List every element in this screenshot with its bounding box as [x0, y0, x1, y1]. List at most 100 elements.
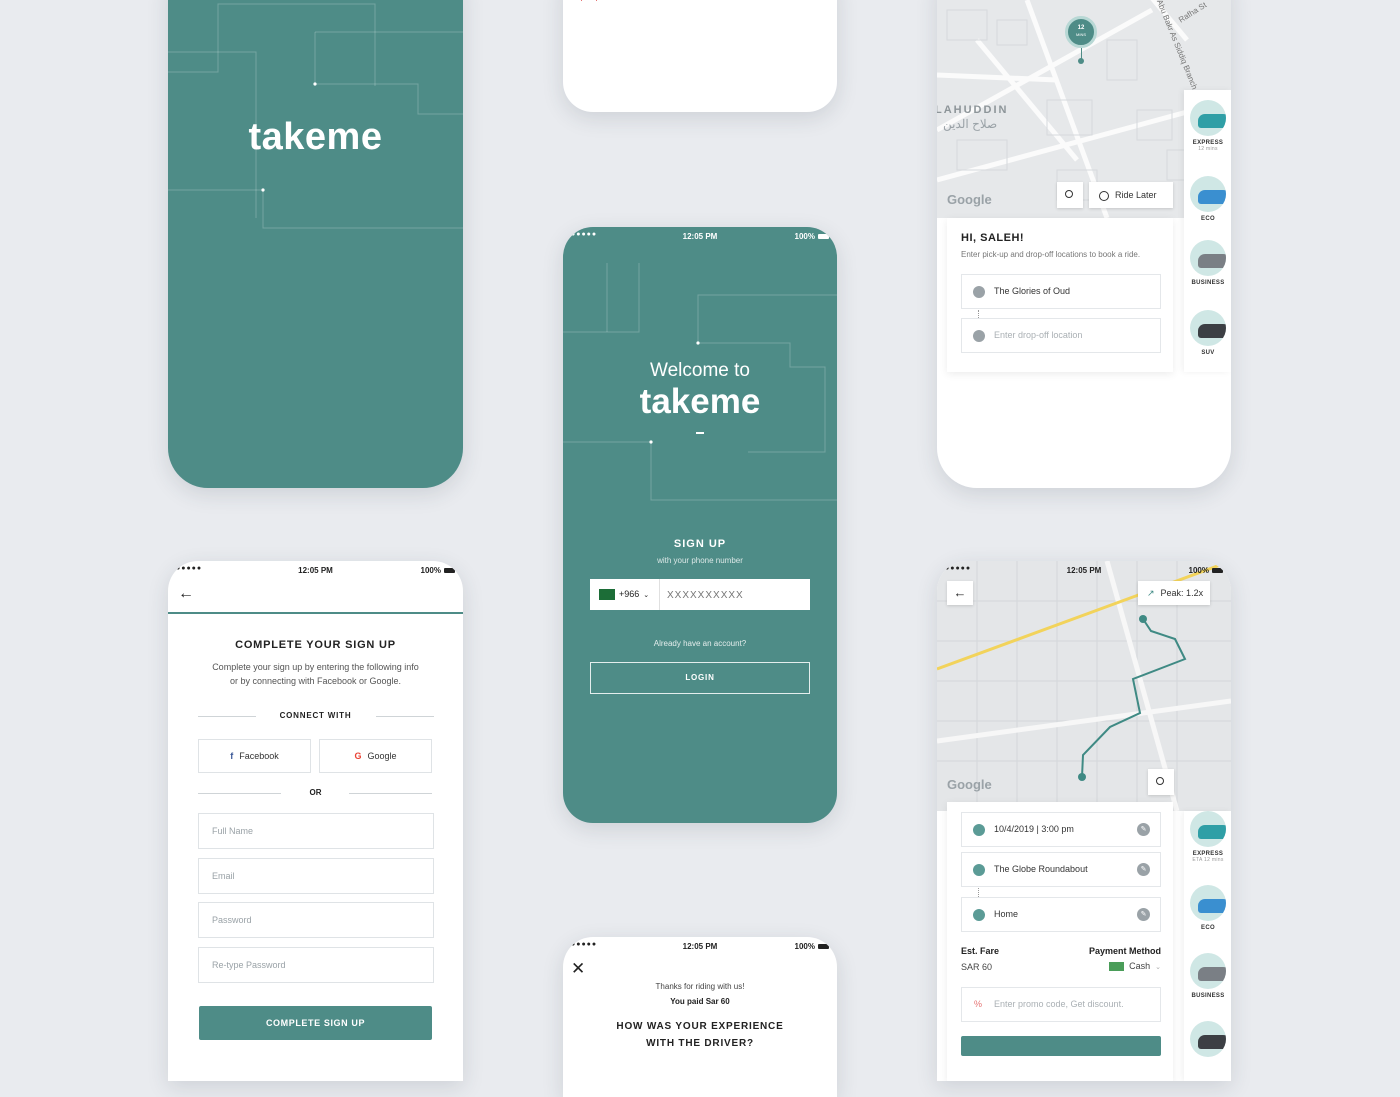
thanks-text: Thanks for riding with us! — [655, 982, 745, 991]
rating-question-2: WITH THE DRIVER? — [646, 1038, 754, 1049]
vehicle-option-more[interactable] — [1186, 1021, 1230, 1061]
brand-underline — [696, 432, 704, 434]
crosshair-icon — [1156, 777, 1164, 785]
email-field[interactable]: Email — [198, 858, 434, 894]
google-button[interactable]: G Google — [319, 739, 432, 773]
confirm-button[interactable] — [961, 1036, 1161, 1056]
signup-page-title: COMPLETE YOUR SIGN UP — [235, 639, 396, 651]
vehicle-option-eco[interactable]: ECO — [1186, 885, 1230, 931]
header-divider — [168, 612, 463, 614]
payment-selector[interactable]: Cash ⌄ — [1109, 961, 1161, 972]
calendar-icon — [973, 824, 985, 836]
vehicle-thumb — [1190, 310, 1226, 346]
car-express-icon — [1198, 114, 1226, 128]
greeting: HI, SALEH! — [961, 232, 1025, 244]
pickup-value: The Globe Roundabout — [994, 864, 1088, 874]
pickup-field[interactable]: The Globe Roundabout ✎ — [961, 852, 1161, 887]
battery-icon — [818, 944, 829, 950]
ride-later-button[interactable]: Ride Later — [1089, 182, 1173, 208]
back-button[interactable]: ← — [947, 581, 973, 605]
country-code: +966 — [619, 589, 640, 599]
back-arrow-icon: ← — [953, 585, 967, 600]
vehicle-thumb — [1190, 885, 1226, 921]
payment-label: Payment Method — [1088, 946, 1161, 956]
payment-value: Cash — [1129, 961, 1151, 971]
battery-indicator: 100% — [421, 566, 455, 575]
dropoff-value: Home — [994, 909, 1019, 919]
vehicle-option-express[interactable]: EXPRESS 12 mins — [1186, 100, 1230, 152]
battery-percent: 100% — [420, 566, 441, 575]
edit-icon[interactable]: ✎ — [1137, 823, 1150, 836]
car-business-icon — [1198, 967, 1226, 981]
welcome-title: Welcome to — [650, 360, 750, 381]
vehicle-thumb — [1190, 953, 1226, 989]
promo-field[interactable]: % Enter promo code, Get discount. — [961, 987, 1161, 1022]
facebook-label: Facebook — [239, 751, 279, 761]
signup-title: SIGN UP — [673, 538, 727, 550]
district-label-en: LAHUDDIN — [937, 104, 1009, 116]
paid-text: You paid Sar 60 — [670, 997, 730, 1006]
back-arrow-icon[interactable]: ← — [178, 585, 194, 603]
car-eco-icon — [1198, 190, 1226, 204]
status-bar: ●●●●● 12:05 PM 100% — [168, 561, 463, 579]
vehicle-name: BUSINESS — [1191, 993, 1225, 999]
battery-indicator: 100% — [795, 942, 829, 951]
locate-me-button[interactable] — [1148, 769, 1174, 795]
password-field[interactable]: Password — [198, 902, 434, 938]
splash-screen: takeme — [168, 0, 463, 488]
vehicle-name: ECO — [1201, 216, 1215, 222]
battery-percent: 100% — [1188, 566, 1209, 575]
google-watermark: Google — [947, 777, 992, 792]
dropoff-field[interactable]: Enter drop-off location — [961, 318, 1161, 353]
phone-input[interactable] — [665, 585, 805, 606]
vehicle-option-business[interactable]: BUSINESS — [1186, 240, 1230, 286]
crosshair-icon — [1065, 190, 1073, 198]
fare-value: SAR 60 — [961, 962, 993, 972]
connect-with-label: CONNECT WITH — [279, 711, 352, 720]
signup-description-2: or by connecting with Facebook or Google… — [229, 676, 402, 686]
close-icon[interactable]: ✕ — [571, 959, 585, 979]
vehicle-thumb — [1190, 100, 1226, 136]
welcome-screen: ●●●●● 12:05 PM 100% Welcome to takeme SI… — [563, 227, 837, 823]
datetime-value: 10/4/2019 | 3:00 pm — [994, 824, 1074, 834]
instructions: Enter pick-up and drop-off locations to … — [961, 250, 1141, 259]
google-label: Google — [367, 751, 397, 761]
discount-icon: % — [974, 999, 983, 1009]
vehicle-option-suv[interactable]: SUV — [1186, 310, 1230, 356]
dropoff-placeholder: Enter drop-off location — [994, 330, 1083, 340]
edit-icon[interactable]: ✎ — [1137, 908, 1150, 921]
vehicle-option-business[interactable]: BUSINESS — [1186, 953, 1230, 999]
country-selector[interactable]: +966 ⌄ — [590, 579, 660, 610]
eta-pin-unit: MINS — [1076, 32, 1086, 37]
google-watermark: Google — [947, 192, 992, 207]
dropoff-marker-icon — [973, 909, 985, 921]
battery-indicator: 100% — [1189, 566, 1223, 575]
login-button[interactable]: LOGIN — [590, 662, 810, 694]
pickup-value: The Glories of Oud — [994, 286, 1071, 296]
dropoff-field[interactable]: Home ✎ — [961, 897, 1161, 932]
facebook-button[interactable]: f Facebook — [198, 739, 311, 773]
eta-pin-number: 12 — [1077, 25, 1085, 31]
full-name-field[interactable]: Full Name — [198, 813, 434, 849]
rating-question-1: HOW WAS YOUR EXPERIENCE — [616, 1021, 784, 1032]
complete-signup-screen: ●●●●● 12:05 PM 100% ← COMPLETE YOUR SIGN… — [168, 561, 463, 1081]
trip-panel: 10/4/2019 | 3:00 pm ✎ The Globe Roundabo… — [947, 802, 1173, 1081]
route-connector — [978, 888, 979, 897]
vehicle-eta: 12 mins — [1198, 146, 1218, 152]
partial-screen-top — [563, 0, 837, 112]
vehicle-name: ECO — [1201, 925, 1215, 931]
chevron-down-icon: ⌄ — [643, 592, 650, 599]
datetime-field[interactable]: 10/4/2019 | 3:00 pm ✎ — [961, 812, 1161, 847]
edit-icon[interactable]: ✎ — [1137, 863, 1150, 876]
complete-signup-button[interactable]: COMPLETE SIGN UP — [199, 1006, 432, 1040]
home-map-screen: Rafha St Abu Bakr As Siddiq Branch LAHUD… — [937, 0, 1231, 488]
booking-panel: HI, SALEH! Enter pick-up and drop-off lo… — [947, 218, 1173, 372]
car-eco-icon — [1198, 899, 1226, 913]
vehicle-option-eco[interactable]: ECO — [1186, 176, 1230, 222]
car-suv-icon — [1198, 1035, 1226, 1049]
pickup-marker-icon — [973, 286, 985, 298]
retype-password-field[interactable]: Re-type Password — [198, 947, 434, 983]
pickup-field[interactable]: The Glories of Oud — [961, 274, 1161, 309]
vehicle-option-express[interactable]: EXPRESS ETA 12 mins — [1186, 811, 1230, 863]
locate-me-button[interactable] — [1057, 182, 1083, 208]
